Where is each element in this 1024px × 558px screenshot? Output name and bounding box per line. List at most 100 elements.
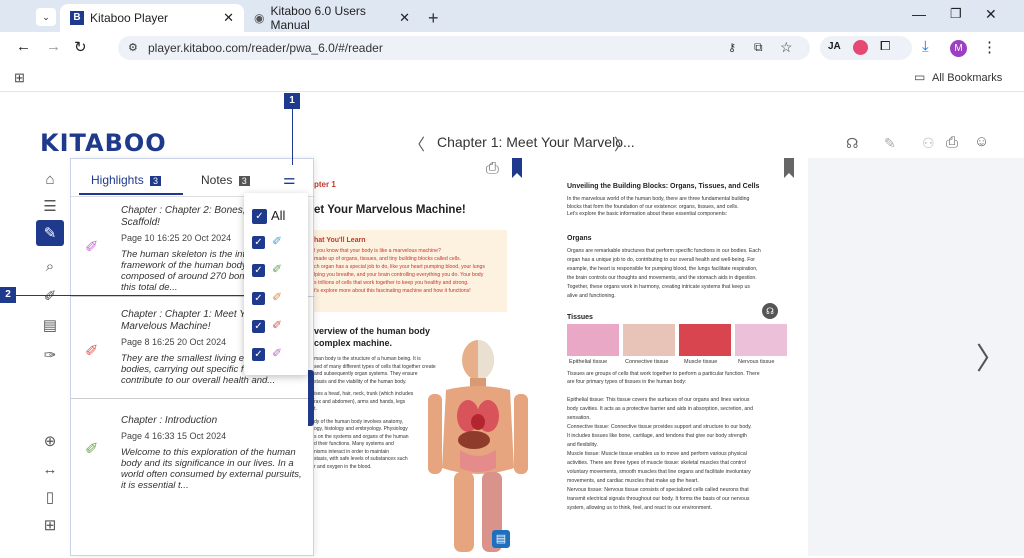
- new-tab-button[interactable]: +: [428, 8, 439, 29]
- site-info-icon[interactable]: ⚙: [128, 41, 138, 54]
- fit-width-icon[interactable]: ↔: [36, 456, 64, 482]
- key-icon[interactable]: ⚷: [728, 41, 736, 54]
- text-line: body cavities. It acts as a protective b…: [567, 406, 753, 412]
- window-close-icon[interactable]: ✕: [985, 6, 997, 23]
- tab-search-button[interactable]: ⌄: [36, 8, 56, 26]
- red-checkbox[interactable]: ✓: [252, 320, 265, 333]
- sticky-note-icon[interactable]: ▤: [492, 530, 510, 548]
- tab-highlights[interactable]: Highlights 3: [91, 173, 162, 187]
- purple-pen-icon: ✐: [272, 346, 283, 360]
- print-icon[interactable]: ⎙: [946, 134, 958, 151]
- back-icon[interactable]: ←: [16, 38, 31, 55]
- minimize-icon[interactable]: —: [912, 6, 926, 22]
- notes-icon[interactable]: ▤: [36, 312, 64, 338]
- tissue-caption: Muscle tissue: [684, 359, 718, 365]
- profile-icon[interactable]: ☺: [974, 133, 989, 150]
- text-line: s trillions of cells that work together …: [314, 280, 469, 286]
- text-line: sensation.: [567, 415, 591, 421]
- tissue-caption: Connective tissue: [625, 359, 669, 365]
- text-line: Let's explore the basic information abou…: [567, 211, 728, 217]
- text-line: r and oxygen in the blood.: [314, 463, 372, 470]
- menu-icon[interactable]: ⋮: [982, 38, 997, 56]
- all-bookmarks-link[interactable]: All Bookmarks: [932, 72, 1002, 84]
- omnibox[interactable]: ⚙ player.kitaboo.com/reader/pwa_6.0/#/re…: [118, 36, 810, 60]
- pen-tool-icon[interactable]: ✎: [884, 135, 896, 152]
- highlighter-icon[interactable]: ✐: [36, 283, 64, 309]
- panel-collapse-handle[interactable]: [308, 370, 314, 426]
- highlight-meta: Page 4 16:33 15 Oct 2024: [121, 431, 227, 441]
- bookmarks-bar: [0, 64, 1024, 92]
- highlight-pen-icon: ✐: [85, 343, 99, 360]
- tab-label: Notes: [201, 173, 233, 187]
- muscle-image: [679, 324, 731, 356]
- nervous-image: [735, 324, 787, 356]
- prev-chapter-icon[interactable]: 〈: [409, 131, 425, 155]
- text-line: organ has a unique job to do, contributi…: [567, 257, 756, 263]
- learn-box: hat You'll Learn l you know that your bo…: [312, 230, 507, 312]
- text-line: stasis, with safe levels of substances s…: [314, 456, 408, 462]
- zoom-in-icon[interactable]: ⊕: [36, 428, 64, 454]
- tab-kitaboo-player[interactable]: B Kitaboo Player ✕: [60, 4, 244, 32]
- tab-notes[interactable]: Notes 3: [201, 173, 250, 187]
- page-icon[interactable]: ▯: [36, 484, 64, 510]
- star-icon[interactable]: ☆: [780, 39, 793, 56]
- kitaboo-favicon: B: [70, 11, 84, 25]
- restore-icon[interactable]: ❐: [950, 6, 962, 22]
- text-line: Tissues are groups of cells that work to…: [567, 371, 760, 377]
- tab-users-manual[interactable]: ◉ Kitaboo 6.0 Users Manual ✕: [244, 4, 420, 32]
- tab-title: Kitaboo 6.0 Users Manual: [270, 4, 366, 32]
- apps-icon[interactable]: ⊞: [14, 70, 25, 86]
- book-page-left: ⎙ pter 1 et Your Marvelous Machine! hat …: [300, 158, 540, 556]
- text-line: Nervous tissue: Nervous tissue consists …: [567, 487, 749, 493]
- bookmark-icon[interactable]: [512, 158, 522, 178]
- reload-icon[interactable]: ↻: [74, 38, 87, 56]
- audio-icon[interactable]: ☊: [762, 303, 778, 319]
- human-body-illustration: [418, 338, 536, 553]
- filter-icon[interactable]: ⚌: [283, 171, 296, 188]
- next-page-icon[interactable]: 〉: [976, 334, 1006, 378]
- text-line: Epithelial tissue: This tissue covers th…: [567, 397, 750, 403]
- highlights-panel-icon[interactable]: ✎: [36, 220, 64, 246]
- callout-1-leader: [292, 109, 293, 165]
- extension-puzzle-icon[interactable]: ⧠: [880, 38, 890, 54]
- search-icon[interactable]: ⌕: [36, 253, 64, 279]
- pen-icon[interactable]: ✑: [36, 342, 64, 368]
- tab-close-icon[interactable]: ✕: [399, 10, 410, 26]
- app-header: [0, 92, 1024, 130]
- bookmark-icon[interactable]: [784, 158, 794, 178]
- tab-label: Highlights: [91, 173, 144, 187]
- callout-1: 1: [284, 93, 300, 109]
- toc-icon[interactable]: ☰: [36, 193, 64, 219]
- list-item[interactable]: Chapter : Introduction Page 4 16:33 15 O…: [71, 399, 315, 499]
- next-chapter-icon[interactable]: 〉: [614, 131, 630, 155]
- orange-checkbox[interactable]: ✓: [252, 292, 265, 305]
- open-external-icon[interactable]: ⧉: [754, 40, 763, 55]
- callout-2-leader: [16, 295, 244, 296]
- tissue-types-text: Epithelial tissue: This tissue covers th…: [567, 396, 802, 513]
- forward-icon[interactable]: →: [46, 38, 61, 55]
- profile-avatar[interactable]: M: [950, 40, 967, 57]
- home-icon[interactable]: ⌂: [36, 166, 64, 192]
- print-page-icon[interactable]: ⎙: [486, 160, 499, 178]
- tab-close-icon[interactable]: ✕: [223, 10, 234, 26]
- extension-red-icon[interactable]: [853, 40, 868, 55]
- read-aloud-icon[interactable]: ☊: [846, 135, 858, 152]
- text-line: transmit electrical signals throughout o…: [567, 496, 750, 502]
- download-icon[interactable]: ⤓: [922, 38, 929, 55]
- text-line: Muscle tissue: Muscle tissue enables us …: [567, 451, 747, 457]
- all-checkbox[interactable]: ✓: [252, 209, 267, 224]
- thumbnails-icon[interactable]: ⊞: [36, 512, 64, 538]
- tissue-caption: Epithelial tissue: [569, 359, 608, 365]
- callout-2: 2: [0, 287, 16, 303]
- highlight-pen-icon: ✐: [85, 239, 99, 256]
- green-checkbox[interactable]: ✓: [252, 264, 265, 277]
- purple-checkbox[interactable]: ✓: [252, 348, 265, 361]
- body-text: man body is the structure of a human bei…: [314, 356, 436, 471]
- orange-pen-icon: ✐: [272, 290, 283, 304]
- blue-checkbox[interactable]: ✓: [252, 236, 265, 249]
- extension-ja-icon[interactable]: JA: [828, 41, 841, 52]
- share-icon[interactable]: ⚇: [922, 135, 935, 152]
- epithelial-image: [567, 324, 619, 356]
- chapter-title[interactable]: Chapter 1: Meet Your Marvelo...: [437, 134, 635, 150]
- organs-title: Organs: [567, 235, 592, 242]
